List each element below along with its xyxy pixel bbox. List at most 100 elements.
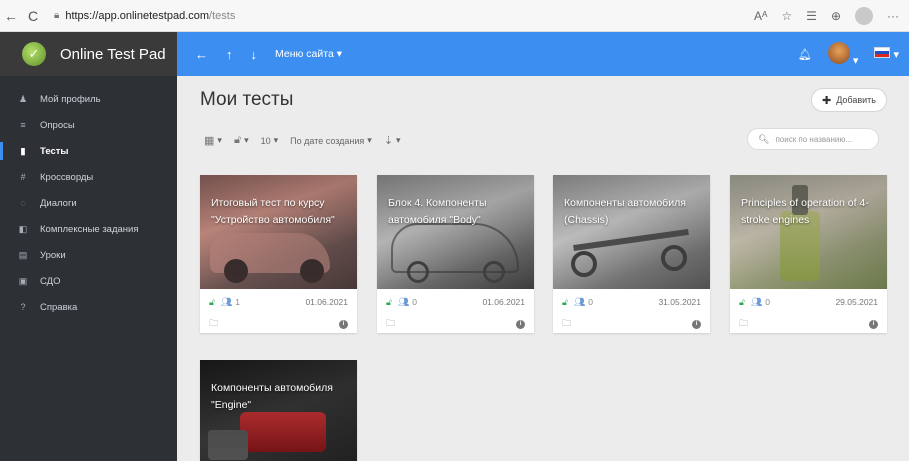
info-icon[interactable]: i — [692, 319, 701, 329]
search-input[interactable]: 🔍︎ поиск по названию... — [747, 128, 879, 150]
reload-button[interactable]: C — [22, 8, 44, 24]
test-thumbnail[interactable]: Компоненты автомобиля "Engine" — [200, 360, 357, 461]
crossword-icon: # — [20, 172, 26, 182]
chevron-down-icon: ▾ — [217, 135, 222, 145]
folder-icon[interactable]: 🗀︎ — [739, 316, 748, 332]
test-icon: ▮ — [20, 145, 26, 156]
url-host: https://app.onlinetestpad.com — [65, 9, 210, 22]
chevron-down-icon: ▾ — [273, 135, 279, 145]
sidebar-item-lessons[interactable]: ▤ Уроки — [0, 242, 177, 268]
favorites-icon[interactable]: ☰ — [806, 9, 817, 23]
sidebar-item-complex-tasks[interactable]: ◧ Комплексные задания — [0, 216, 177, 242]
sidebar-item-lms[interactable]: ▣ СДО — [0, 268, 177, 294]
back-button[interactable]: ← — [0, 8, 22, 24]
grid-view-icon: ▦ — [204, 135, 215, 147]
info-icon[interactable]: i — [516, 319, 525, 329]
group-icon: 👥︎ — [397, 296, 410, 307]
favorites-add-icon[interactable]: ☆ — [781, 9, 792, 23]
browser-bar: ← C 🔒︎ https://app.onlinetestpad.com /te… — [0, 0, 909, 32]
sidebar-item-label: Мой профиль — [40, 93, 101, 105]
sidebar-item-tests[interactable]: ▮ Тесты — [0, 138, 177, 164]
sidebar-item-label: Опросы — [40, 119, 75, 131]
folder-icon[interactable]: 🗀︎ — [562, 316, 571, 332]
back-arrow-icon[interactable]: ← — [195, 47, 208, 62]
sidebar-item-label: Справка — [40, 301, 78, 313]
sort-dropdown[interactable]: По дате создания ▾ — [290, 135, 372, 146]
results-count: 0 — [765, 297, 771, 307]
created-date: 31.05.2021 — [658, 297, 701, 307]
list-toolbar: ▦ ▾ 🔓︎ ▾ 10 ▾ По дате создания ▾ ⇣ ▾ — [204, 134, 401, 147]
lessons-icon: ▤ — [18, 249, 28, 260]
sidebar-item-polls[interactable]: ≡ Опросы — [0, 112, 177, 138]
test-card[interactable]: Principles of operation of 4-stroke engi… — [730, 175, 887, 333]
up-arrow-icon[interactable]: ↑ — [226, 47, 233, 62]
sidebar-item-dialogs[interactable]: ◌ Диалоги — [0, 190, 177, 216]
app-topbar: ← ↑ ↓ Меню сайта ▾ 🔔︎ ▾ ▾ — [177, 32, 909, 76]
page-size-dropdown[interactable]: 10 ▾ — [261, 135, 279, 146]
test-card[interactable]: Блок 4. Компоненты автомобиля "Body" 🔓︎ … — [377, 175, 534, 333]
sidebar: ♟ Мой профиль ≡ Опросы ▮ Тесты # Кроссво… — [0, 76, 177, 461]
card-meta: 🔓︎ 👥︎ 1 01.06.2021 — [200, 289, 357, 315]
view-mode-dropdown[interactable]: ▦ ▾ — [204, 134, 222, 147]
card-footer: 🗀︎ i — [553, 315, 710, 333]
card-footer: 🗀︎ i — [730, 315, 887, 333]
unlocked-icon: 🔓︎ — [209, 296, 215, 307]
folder-icon[interactable]: 🗀︎ — [386, 316, 395, 332]
brand[interactable]: ✓ Online Test Pad — [0, 32, 177, 76]
info-icon[interactable]: i — [869, 319, 878, 329]
user-menu[interactable]: ▾ — [827, 41, 858, 67]
unlocked-icon: 🔓︎ — [562, 296, 568, 307]
logo-icon: ✓ — [22, 42, 46, 66]
search-icon: 🔍︎ — [758, 133, 770, 144]
created-date: 01.06.2021 — [305, 297, 348, 307]
folder-icon[interactable]: 🗀︎ — [209, 316, 218, 332]
lock-icon: 🔒︎ — [54, 10, 60, 21]
test-title: Итоговый тест по курсу "Устройство автом… — [211, 197, 335, 226]
test-card[interactable]: Компоненты автомобиля "Engine" — [200, 360, 357, 461]
collections-icon[interactable]: ⊕ — [831, 9, 841, 23]
chevron-down-icon: ▾ — [244, 135, 249, 145]
language-menu[interactable]: ▾ — [874, 47, 899, 61]
search-placeholder: поиск по названию... — [775, 134, 853, 144]
chevron-down-icon: ▾ — [336, 48, 342, 60]
profile-icon[interactable] — [855, 6, 873, 25]
test-thumbnail[interactable]: Principles of operation of 4-stroke engi… — [730, 175, 887, 289]
add-test-button[interactable]: ✚ Добавить — [811, 88, 887, 112]
down-arrow-icon[interactable]: ↓ — [251, 47, 258, 62]
test-card[interactable]: Компоненты автомобиля (Chassis) 🔓︎ 👥︎ 0 … — [553, 175, 710, 333]
test-thumbnail[interactable]: Итоговый тест по курсу "Устройство автом… — [200, 175, 357, 289]
address-bar[interactable]: 🔒︎ https://app.onlinetestpad.com /tests — [54, 5, 235, 27]
site-menu-dropdown[interactable]: Меню сайта ▾ — [275, 48, 342, 60]
sidebar-item-profile[interactable]: ♟ Мой профиль — [0, 86, 177, 112]
test-card[interactable]: Итоговый тест по курсу "Устройство автом… — [200, 175, 357, 333]
info-icon[interactable]: i — [339, 319, 348, 329]
unlocked-icon: 🔓︎ — [739, 296, 745, 307]
test-thumbnail[interactable]: Компоненты автомобиля (Chassis) — [553, 175, 710, 289]
chevron-down-icon: ▾ — [367, 135, 372, 145]
test-thumbnail[interactable]: Блок 4. Компоненты автомобиля "Body" — [377, 175, 534, 289]
sidebar-item-help[interactable]: ? Справка — [0, 294, 177, 320]
access-filter-dropdown[interactable]: 🔓︎ ▾ — [234, 134, 249, 147]
test-title: Блок 4. Компоненты автомобиля "Body" — [388, 197, 487, 226]
more-icon[interactable]: ··· — [887, 9, 899, 23]
sidebar-item-label: Тесты — [40, 145, 69, 157]
sort-direction-dropdown[interactable]: ⇣ ▾ — [384, 134, 401, 147]
bell-icon[interactable]: 🔔︎ — [798, 48, 812, 61]
group-icon: 👥︎ — [220, 296, 233, 307]
sidebar-item-label: Диалоги — [40, 197, 77, 209]
sidebar-item-crosswords[interactable]: # Кроссворды — [0, 164, 177, 190]
results-count: 0 — [412, 297, 418, 307]
test-title: Компоненты автомобиля "Engine" — [211, 382, 333, 411]
page-size-value: 10 — [260, 135, 271, 146]
unlocked-icon: 🔓︎ — [386, 296, 392, 307]
lock-filter-icon: 🔓︎ — [233, 134, 242, 146]
read-aloud-icon[interactable]: Aᴬ — [754, 9, 767, 23]
site-menu-label: Меню сайта — [275, 48, 334, 60]
card-footer: 🗀︎ i — [377, 315, 534, 333]
user-icon: ♟ — [18, 93, 28, 104]
group-icon: 👥︎ — [750, 296, 763, 307]
flag-ru-icon — [874, 47, 891, 58]
sidebar-item-label: СДО — [40, 275, 61, 287]
help-icon: ? — [20, 302, 26, 312]
chevron-down-icon: ▾ — [396, 135, 401, 145]
